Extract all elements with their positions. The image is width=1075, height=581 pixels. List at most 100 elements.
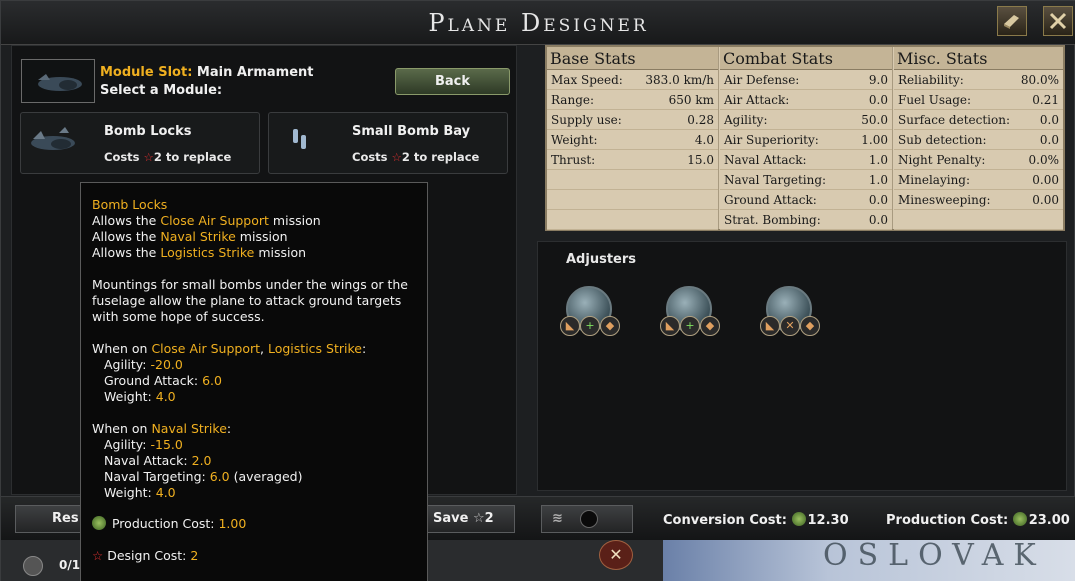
modifier-value: 6.0	[202, 373, 222, 388]
cost-suffix: to replace	[165, 150, 232, 164]
plane-name-field[interactable]: ≋	[541, 505, 633, 533]
base-stat-row	[547, 170, 718, 190]
combat-stat-row: Naval Attack: 1.0	[720, 150, 892, 170]
colon: :	[226, 421, 232, 436]
production-cost-label: Production Cost:	[111, 516, 215, 531]
toggle-icon	[580, 510, 598, 528]
back-button[interactable]: Back	[395, 68, 510, 95]
base-stat-row	[547, 210, 718, 230]
stat-label: Weight:	[551, 133, 598, 147]
stat-label: Sub detection:	[898, 133, 987, 147]
misc-stat-row: Surface detection: 0.0	[894, 110, 1063, 130]
modifier-extra: (averaged)	[233, 469, 303, 484]
stat-label: Thrust:	[551, 153, 596, 167]
tooltip-modifier: Weight: 4.0	[92, 389, 176, 405]
design-cost-value: 2	[190, 548, 199, 563]
title-bar: Plane Designer	[1, 1, 1075, 45]
combat-stat-row: Strat. Bombing: 0.0	[720, 210, 892, 230]
adjuster-2[interactable]: ◣ + ◆	[660, 286, 720, 342]
adjuster-3[interactable]: ◣ ✕ ◆	[760, 286, 820, 342]
tooltip-group-header: When on Close Air Support, Logistics Str…	[92, 341, 366, 357]
page-counter: 0/1	[59, 558, 81, 572]
combat-stats-header: Combat Stats	[720, 47, 892, 70]
tooltip-production-cost: Production Cost: 1.00	[92, 516, 246, 532]
combat-stat-row: Air Defense: 9.0	[720, 70, 892, 90]
stat-value: 0.00	[1032, 173, 1059, 187]
reset-button[interactable]: Res	[15, 505, 83, 533]
window-title: Plane Designer	[428, 9, 649, 37]
allow-prefix: Allows the	[92, 213, 157, 228]
misc-stat-row	[894, 210, 1063, 230]
bomb-locks-icon	[25, 121, 81, 161]
close-icon[interactable]	[1043, 6, 1073, 36]
stat-value: 0.0	[868, 93, 888, 107]
modifier-label: Ground Attack:	[104, 373, 199, 388]
save-button[interactable]: Save ☆2	[423, 505, 515, 533]
base-stat-row: Weight: 4.0	[547, 130, 718, 150]
module-option-small-bomb-bay[interactable]: Small Bomb Bay Costs ☆2 to replace	[268, 112, 508, 174]
stat-label: Strat. Bombing:	[724, 213, 821, 227]
misc-stat-row: Reliability: 80.0%	[894, 70, 1063, 90]
production-cog-icon	[92, 516, 106, 530]
stat-value: 650 km	[668, 93, 714, 107]
module-slot-label: Module Slot: Main Armament	[100, 65, 314, 80]
misc-stat-row: Fuel Usage: 0.21	[894, 90, 1063, 110]
speed-icon: ◣	[660, 316, 680, 336]
allow-mission: Close Air Support	[160, 213, 269, 228]
book-icon[interactable]	[997, 6, 1027, 36]
module-name: Small Bomb Bay	[352, 124, 471, 139]
stat-label: Minelaying:	[898, 173, 971, 187]
stat-value: 0.0%	[1028, 153, 1060, 167]
modifier-value: 2.0	[191, 453, 212, 468]
tooltip-modifier: Naval Attack: 2.0	[92, 453, 212, 469]
misc-stat-row: Minesweeping: 0.00	[894, 190, 1063, 210]
modifier-label: Agility:	[104, 357, 147, 372]
plane-designer-window: Plane Designer Module Slot: Main Armamen…	[0, 0, 1075, 581]
production-cog-icon	[791, 512, 806, 526]
stat-label: Ground Attack:	[724, 193, 817, 207]
combat-stat-row: Air Superiority: 1.00	[720, 130, 892, 150]
tooltip-allow-line: Allows the Logistics Strike mission	[92, 245, 306, 261]
shield-icon: ◆	[800, 316, 820, 336]
map-region-label: OSLOVAK	[823, 540, 1046, 573]
save-cost: 2	[484, 511, 494, 526]
stat-value: 0.0	[868, 213, 888, 227]
base-stat-row: Max Speed: 383.0 km/h	[547, 70, 718, 90]
tooltip-design-cost: ☆ Design Cost: 2	[92, 548, 198, 564]
stat-label: Supply use:	[551, 113, 622, 127]
stat-label: Air Defense:	[724, 73, 800, 87]
module-cost: Costs ☆2 to replace	[352, 150, 479, 164]
stat-value: 9.0	[868, 73, 888, 87]
base-stats-column: Base Stats Max Speed: 383.0 km/h Range: 650…	[547, 47, 719, 230]
module-cost: Costs ☆2 to replace	[104, 150, 231, 164]
stat-value: 0.0	[1039, 113, 1059, 127]
base-stat-row	[547, 190, 718, 210]
tooltip-modifier: Agility: -15.0	[92, 437, 183, 453]
production-cog-icon	[1012, 512, 1027, 526]
main-armament-slot-icon	[21, 59, 95, 103]
crossed-tools-icon[interactable]: ✕	[599, 540, 633, 570]
stat-label: Naval Attack:	[724, 153, 807, 167]
stat-value: 0.00	[1032, 193, 1059, 207]
tooltip-description-line: Mountings for small bombs under the wing…	[92, 277, 408, 292]
speed-icon: ◣	[760, 316, 780, 336]
production-cost-value: 23.00	[1028, 513, 1070, 528]
module-slot-key: Module Slot:	[100, 65, 193, 80]
save-label: Save	[433, 511, 469, 526]
module-option-bomb-locks[interactable]: Bomb Locks Costs ☆2 to replace	[20, 112, 260, 174]
misc-stat-row: Sub detection: 0.0	[894, 130, 1063, 150]
when-text: When on	[92, 341, 148, 356]
stat-value: 0.28	[687, 113, 714, 127]
base-stat-row: Supply use: 0.28	[547, 110, 718, 130]
stat-value: 383.0 km/h	[645, 73, 714, 87]
minus-icon[interactable]	[23, 556, 43, 576]
allow-mission: Logistics Strike	[160, 245, 255, 260]
star-icon: ☆	[472, 511, 485, 526]
adjuster-1[interactable]: ◣ + ◆	[560, 286, 620, 342]
group-mission: Close Air Support	[151, 341, 261, 356]
stat-label: Agility:	[724, 113, 768, 127]
allow-mission: Naval Strike	[160, 229, 236, 244]
modifier-value: 4.0	[155, 389, 176, 404]
allow-prefix: Allows the	[92, 229, 157, 244]
tooltip-modifier: Naval Targeting: 6.0 (averaged)	[92, 469, 302, 485]
